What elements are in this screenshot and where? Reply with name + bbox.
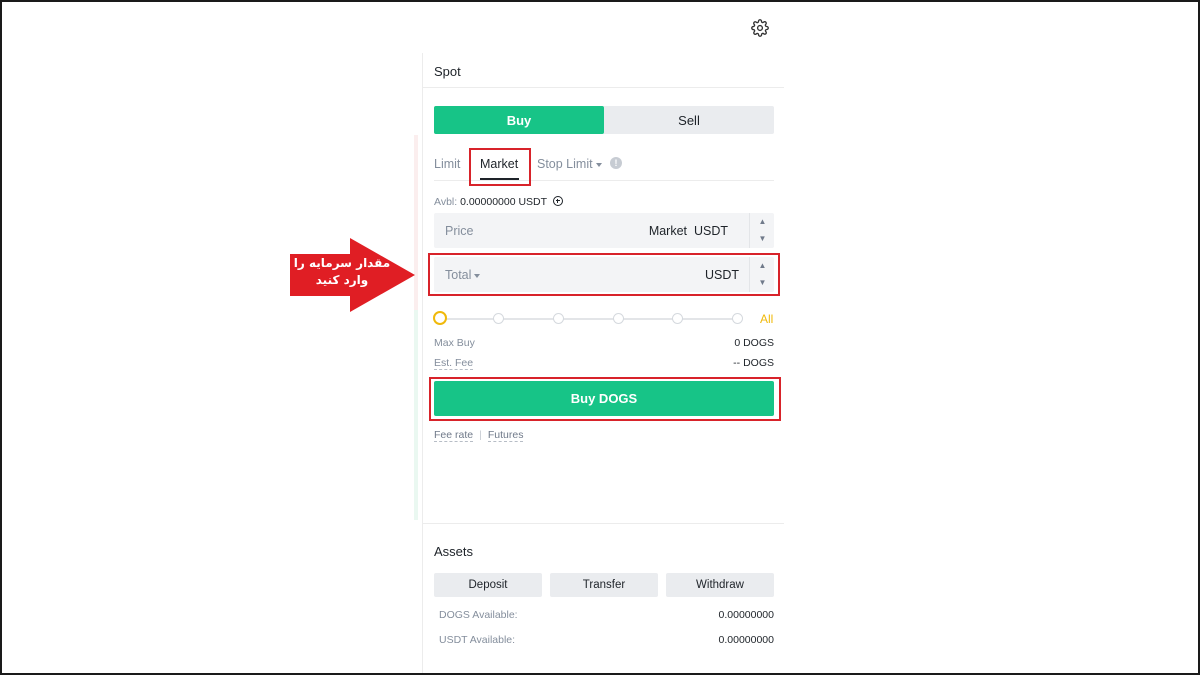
slider-handle[interactable] [433, 311, 447, 325]
asset-label: DOGS Available: [439, 609, 518, 621]
annotation-line-1: مقدار سرمایه را [293, 256, 391, 270]
asset-row-dogs: DOGS Available: 0.00000000 [439, 609, 774, 621]
asset-value: 0.00000000 [718, 609, 774, 621]
fee-rate-link[interactable]: Fee rate [434, 429, 474, 442]
price-market-text: Market [648, 224, 688, 238]
annotation-text: مقدار سرمایه را وارد کنید [290, 255, 394, 289]
tab-stop-limit[interactable]: Stop Limit [537, 157, 602, 171]
stepper-up-icon[interactable]: ▲ [750, 213, 775, 230]
est-fee-value: -- DOGS [733, 357, 774, 369]
slider-step-25[interactable] [493, 313, 504, 324]
panel-links: Fee rate | Futures [434, 429, 524, 442]
withdraw-button[interactable]: Withdraw [666, 573, 774, 597]
highlight-box-buy [429, 377, 781, 421]
deposit-button[interactable]: Deposit [434, 573, 542, 597]
orderbook-buy-strip [414, 310, 418, 520]
divider [422, 87, 784, 88]
est-fee-row: Est. Fee -- DOGS [434, 357, 774, 370]
slider-step-50[interactable] [553, 313, 564, 324]
max-buy-row: Max Buy 0 DOGS [434, 337, 774, 349]
panel-title: Spot [434, 64, 461, 79]
slider-step-100[interactable] [732, 313, 743, 324]
price-value: Market USDT [649, 224, 728, 238]
price-field[interactable]: Price Market USDT ▲ ▼ [434, 213, 774, 248]
available-value: 0.00000000 USDT [460, 196, 547, 208]
asset-value: 0.00000000 [718, 634, 774, 646]
tab-limit[interactable]: Limit [434, 157, 460, 171]
buy-sell-toggle: Buy Sell [434, 106, 774, 134]
info-icon[interactable]: ! [610, 157, 622, 169]
annotation-line-2: وارد کنید [315, 273, 369, 287]
slider-all-button[interactable]: All [760, 312, 773, 326]
tab-stop-limit-label: Stop Limit [537, 157, 593, 171]
available-balance: Avbl: 0.00000000 USDT [434, 196, 563, 208]
price-stepper: ▲ ▼ [749, 213, 774, 248]
add-funds-icon[interactable] [552, 196, 563, 206]
stepper-down-icon[interactable]: ▼ [750, 230, 775, 247]
asset-label: USDT Available: [439, 634, 516, 646]
price-unit: USDT [693, 224, 728, 238]
link-separator: | [479, 429, 482, 441]
chevron-down-icon [595, 162, 602, 167]
max-buy-label: Max Buy [434, 337, 475, 349]
transfer-button[interactable]: Transfer [550, 573, 658, 597]
price-label: Price [445, 224, 474, 238]
sell-tab-button[interactable]: Sell [604, 106, 774, 134]
est-fee-label[interactable]: Est. Fee [434, 357, 474, 370]
max-buy-value: 0 DOGS [734, 337, 774, 349]
amount-slider-track[interactable] [440, 318, 737, 320]
slider-step-75[interactable] [613, 313, 624, 324]
available-label: Avbl: [434, 196, 458, 208]
highlight-box-market [469, 148, 531, 186]
buy-tab-button[interactable]: Buy [434, 106, 604, 134]
assets-title: Assets [434, 544, 474, 559]
gear-icon[interactable] [751, 19, 769, 37]
asset-row-usdt: USDT Available: 0.00000000 [439, 634, 774, 646]
highlight-box-total [428, 253, 780, 296]
futures-link[interactable]: Futures [487, 429, 524, 442]
slider-step-90[interactable] [672, 313, 683, 324]
divider [422, 523, 784, 524]
